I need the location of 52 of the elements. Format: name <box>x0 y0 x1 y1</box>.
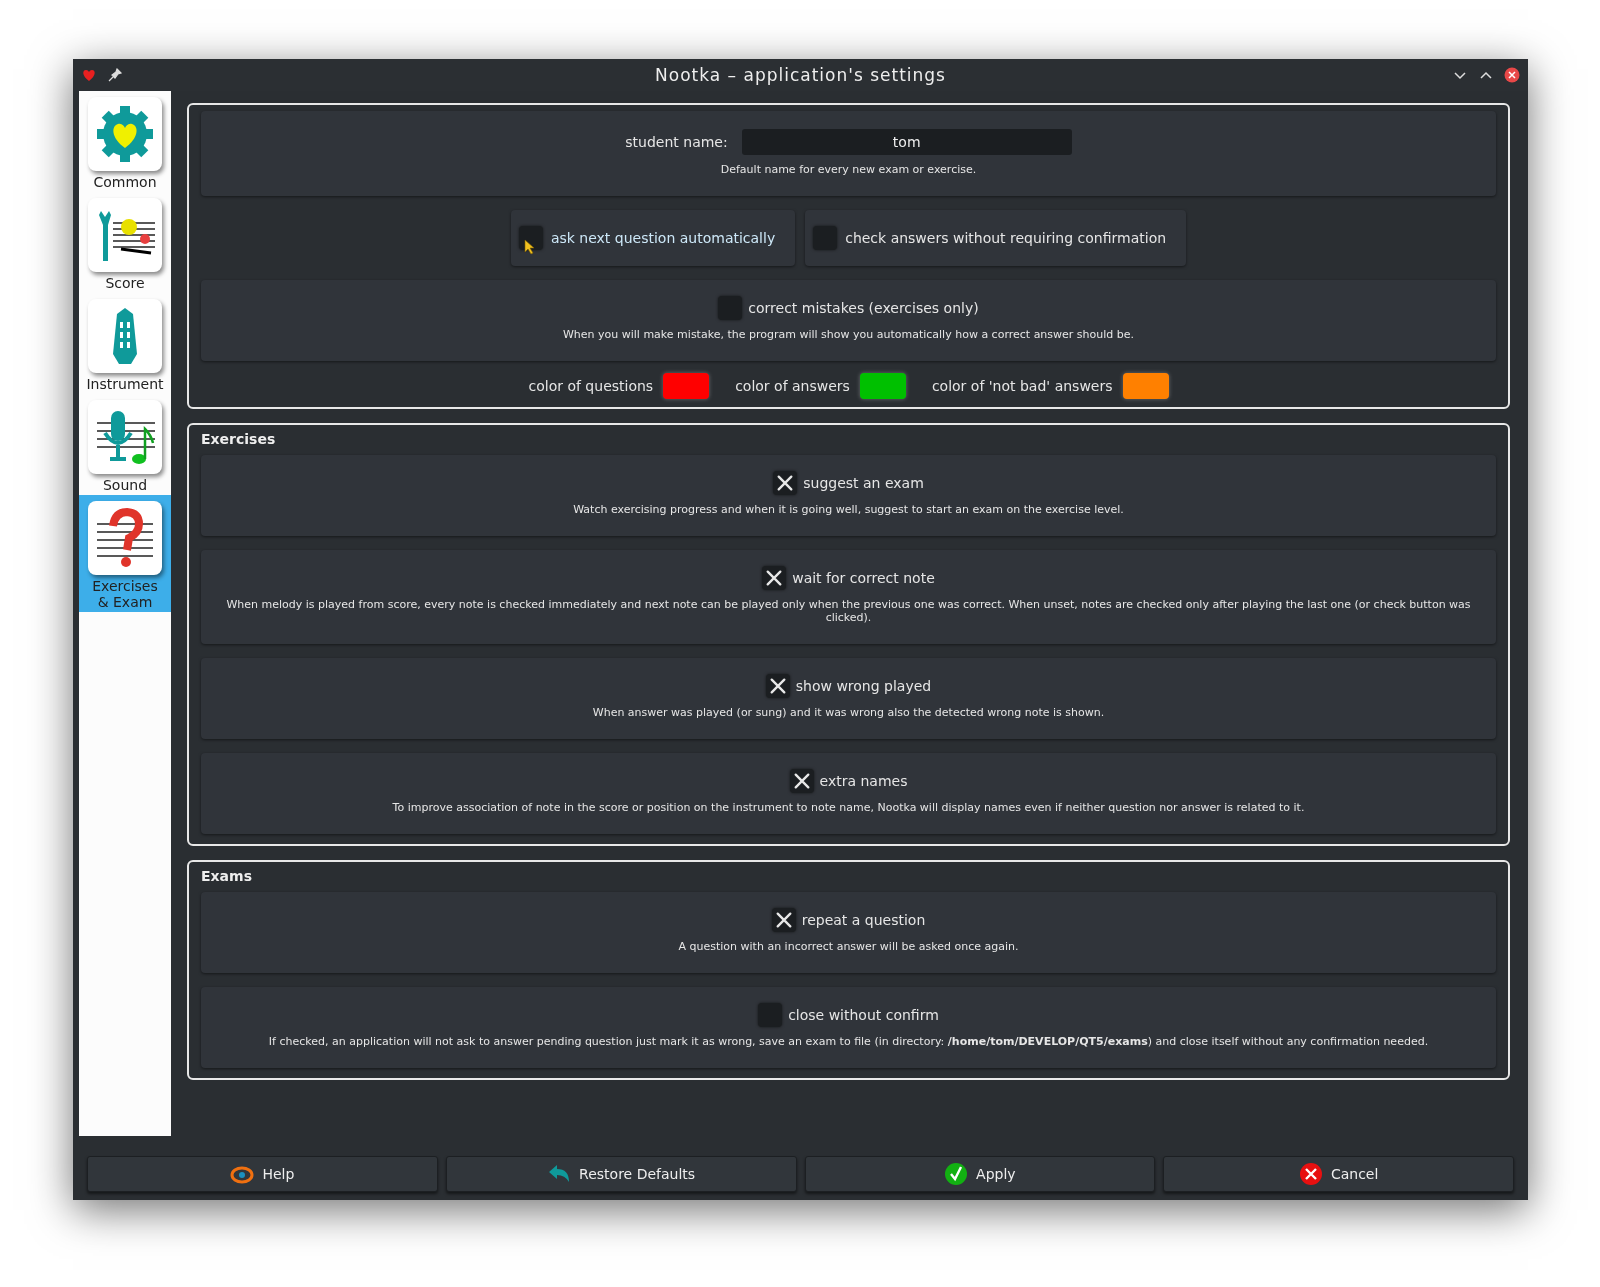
dialog-button[interactable]: Help <box>87 1156 438 1192</box>
group-title: Exams <box>201 868 253 884</box>
sidebar-item[interactable]: Exercises & Exam <box>79 495 171 612</box>
mouse-pointer-icon <box>523 239 536 255</box>
checkbox-label[interactable]: repeat a question <box>801 912 926 928</box>
color-label: color of answers <box>735 378 850 394</box>
close-icon[interactable] <box>1504 67 1520 83</box>
sidebar-item-label: Sound <box>102 477 148 493</box>
student-name-label: student name: <box>625 134 728 150</box>
student-name-field[interactable]: tom <box>741 129 1072 155</box>
checkbox[interactable] <box>762 566 787 590</box>
checkbox-label[interactable]: show wrong played <box>795 678 932 694</box>
option-description: When you will make mistake, the program will show you automatically how a correct answer should be. <box>561 328 1136 341</box>
checkbox-label[interactable]: correct mistakes (exercises only) <box>748 300 979 316</box>
checkbox[interactable] <box>765 674 790 698</box>
option-description: To improve association of note in the score or position on the instrument to note name, Nootka will display names even if neither question nor answer is related to it. <box>391 801 1306 814</box>
checkbox-label[interactable]: wait for correct note <box>792 570 935 586</box>
color-label: color of questions <box>528 378 654 394</box>
dialog-button[interactable]: Cancel <box>1163 1156 1514 1192</box>
student-name-hint: Default name for every new exam or exercise. <box>719 163 978 176</box>
color-label: color of 'not bad' answers <box>931 378 1113 394</box>
dialog-button[interactable]: Apply <box>804 1156 1156 1192</box>
group-title: Exercises <box>201 431 277 447</box>
option-description: When melody is played from score, every note is checked immediately and next note can be played only when the previous one was correct. When unset, notes are checked only after playing the last one (or check button was clicked). <box>225 598 1472 624</box>
option-description: A question with an incorrect answer will be asked once again. <box>677 940 1020 953</box>
sidebar-item-label: Instrument <box>86 376 164 392</box>
checkbox[interactable] <box>789 769 814 793</box>
checkbox[interactable] <box>771 908 796 932</box>
checkbox[interactable] <box>758 1003 783 1027</box>
color-swatch-button[interactable] <box>663 373 710 399</box>
checkmark-icon <box>944 1162 969 1186</box>
option-description: When answer was played (or sung) and it was wrong also the detected wrong note is shown. <box>591 706 1106 719</box>
option-description: Watch exercising progress and when it is going well, suggest to start an exam on the exercise level. <box>572 503 1125 516</box>
sidebar-item-label: Exercises & Exam <box>92 578 158 610</box>
sidebar-item-label: Score <box>105 275 145 291</box>
checkbox-label[interactable]: close without confirm <box>788 1007 939 1023</box>
checkbox-label[interactable]: extra names <box>819 773 908 789</box>
sidebar-item-label: Common <box>93 174 157 190</box>
checkbox[interactable] <box>773 471 798 495</box>
dialog-button[interactable]: Restore Defaults <box>445 1156 797 1192</box>
color-swatch-button[interactable] <box>1122 373 1169 399</box>
checkbox-label[interactable]: check answers without requiring confirmation <box>845 230 1167 246</box>
pin-icon[interactable] <box>107 67 123 83</box>
cancel-icon <box>1298 1162 1323 1186</box>
checkbox-label[interactable]: ask next question automatically <box>550 230 776 246</box>
color-swatch-button[interactable] <box>859 373 906 399</box>
checkbox[interactable] <box>718 296 743 320</box>
option-description: If checked, an application will not ask to answer pending question just mark it as wrong, save an exam to file (in directory: /home/tom/DEVELOP/QT5/exams) and close itself without any confirmation needed. <box>267 1035 1430 1048</box>
window-title: Nootka – application's settings <box>654 65 947 85</box>
checkbox-label[interactable]: suggest an exam <box>803 475 924 491</box>
app-heart-icon <box>81 67 97 83</box>
checkbox[interactable] <box>813 226 838 250</box>
